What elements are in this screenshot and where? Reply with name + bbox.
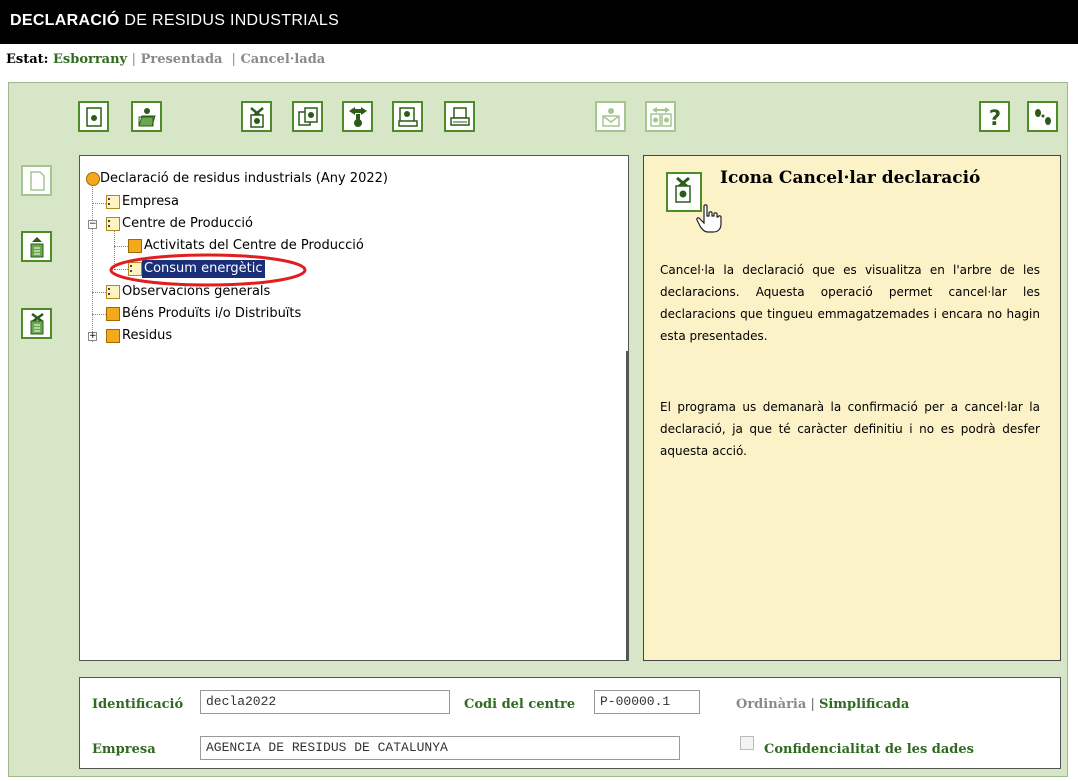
new-declaration-icon: [86, 107, 102, 127]
help-panel: Icona Cancel·lar declaració Cancel·la la…: [643, 155, 1061, 661]
document-icon: [106, 217, 120, 231]
tree-connector: [92, 314, 106, 315]
transfer-icon: [349, 107, 367, 127]
folder-icon: [106, 329, 120, 343]
status-esborrany: Esborrany: [53, 52, 128, 67]
help-button[interactable]: ?: [979, 101, 1010, 132]
delete-record-icon: [30, 313, 44, 335]
send-mail-button[interactable]: [595, 101, 626, 132]
tree-root-label: Declaració de residus industrials (Any 2…: [100, 171, 388, 186]
validate-button[interactable]: [392, 101, 423, 132]
copy-declaration-button[interactable]: [292, 101, 323, 132]
status-separator: |: [131, 52, 137, 67]
svg-text:?: ?: [989, 106, 1001, 128]
compare-icon: [650, 107, 672, 127]
document-icon: [106, 195, 120, 209]
title-bar: DECLARACIÓ DE RESIDUS INDUSTRIALS: [0, 0, 1078, 44]
declaration-type-selector: Ordinària | Simplificada: [736, 697, 909, 712]
help-paragraph-2: El programa us demanarà la confirmació p…: [660, 400, 1040, 458]
declaration-root-icon: [86, 172, 100, 186]
tree-node-bens-produits[interactable]: Béns Produïts i/o Distribuïts: [106, 305, 303, 323]
tree-node-label: Béns Produïts i/o Distribuïts: [122, 306, 302, 321]
add-record-button[interactable]: [21, 231, 52, 262]
send-mail-icon: [602, 108, 620, 127]
tree-node-label: Residus: [122, 328, 173, 343]
status-presentada: Presentada: [140, 52, 223, 67]
transfer-button[interactable]: [342, 101, 373, 132]
identificacio-label: Identificació: [92, 697, 184, 712]
cancel-declaration-button[interactable]: [241, 101, 272, 132]
collapse-toggle[interactable]: −: [88, 220, 97, 229]
status-cancellada: Cancel·lada: [240, 52, 326, 67]
identificacio-field[interactable]: decla2022: [200, 690, 450, 714]
folder-icon: [106, 307, 120, 321]
print-button[interactable]: [444, 101, 475, 132]
tree-node-label: Empresa: [122, 194, 179, 209]
tree-root[interactable]: Declaració de residus industrials (Any 2…: [86, 170, 390, 188]
tree-node-empresa[interactable]: Empresa: [106, 193, 181, 211]
open-declaration-icon: [138, 108, 156, 127]
compare-button[interactable]: [645, 101, 676, 132]
blank-page-icon: [30, 171, 45, 191]
cancel-declaration-icon: [250, 107, 264, 128]
confidencialitat-checkbox[interactable]: [740, 736, 754, 750]
hand-cursor-icon: [696, 204, 722, 233]
declaration-form: Identificació decla2022 Codi del centre …: [79, 677, 1061, 769]
guide-icon: [1035, 109, 1051, 125]
new-declaration-button[interactable]: [78, 101, 109, 132]
codi-centre-field[interactable]: P-00000.1: [594, 690, 700, 714]
tree-scroll-edge: [626, 351, 628, 661]
type-ordinaria[interactable]: Ordinària: [736, 697, 806, 712]
open-declaration-button[interactable]: [131, 101, 162, 132]
blank-page-button[interactable]: [21, 165, 52, 196]
tree-connector: [92, 292, 106, 293]
validate-icon: [398, 107, 418, 127]
help-title: Icona Cancel·lar declaració: [720, 168, 981, 188]
help-paragraph-1: Cancel·la la declaració que es visualitz…: [660, 263, 1040, 343]
status-separator: |: [231, 52, 236, 67]
type-separator: |: [810, 697, 815, 712]
empresa-label: Empresa: [92, 742, 156, 757]
tree-connector: [114, 246, 128, 247]
tree-node-centre-produccio[interactable]: Centre de Producció: [106, 215, 255, 233]
app-title: DECLARACIÓ DE RESIDUS INDUSTRIALS: [10, 12, 340, 29]
type-simplificada[interactable]: Simplificada: [819, 697, 909, 712]
delete-record-button[interactable]: [21, 308, 52, 339]
guide-button[interactable]: [1027, 101, 1058, 132]
empresa-field[interactable]: AGENCIA DE RESIDUS DE CATALUNYA: [200, 736, 680, 760]
status-line: Estat: Esborrany | Presentada | Cancel·l…: [6, 52, 325, 67]
add-record-icon: [30, 237, 44, 258]
expand-toggle[interactable]: +: [88, 332, 97, 341]
print-icon: [450, 107, 470, 126]
status-label: Estat:: [6, 52, 49, 67]
declaration-tree: Declaració de residus industrials (Any 2…: [79, 155, 629, 661]
folder-icon: [128, 239, 142, 253]
confidencialitat-label: Confidencialitat de les dades: [764, 742, 974, 757]
tree-node-label: Centre de Producció: [122, 216, 253, 231]
tree-connector: [92, 203, 106, 204]
highlight-ellipse: [109, 253, 307, 287]
main-panel: ? Declaració de residus industrials (Any…: [8, 82, 1068, 777]
copy-declaration-icon: [298, 107, 318, 126]
codi-centre-label: Codi del centre: [464, 697, 576, 712]
help-icon: ?: [989, 106, 1001, 128]
tree-node-residus[interactable]: Residus: [106, 327, 174, 345]
